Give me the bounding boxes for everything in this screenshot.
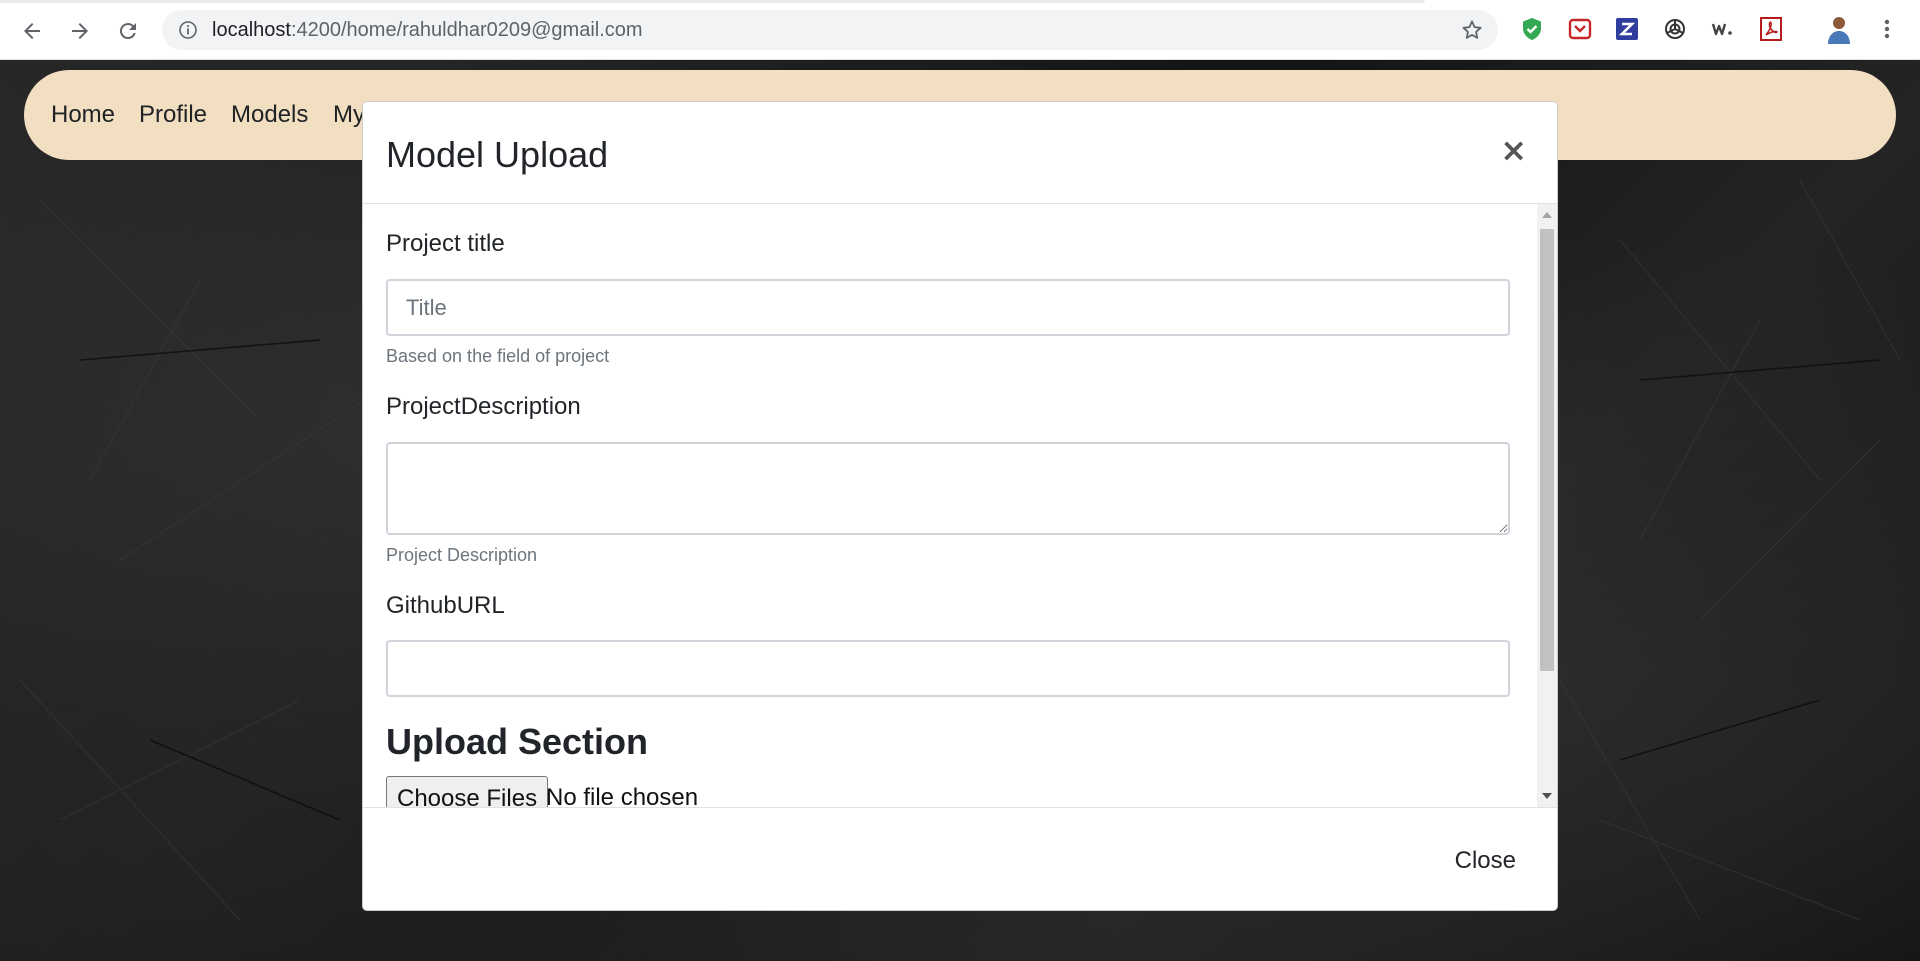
file-chosen-status: No file chosen xyxy=(546,784,699,807)
wordtune-icon xyxy=(1711,23,1732,36)
browser-toolbar: localhost:4200/home/rahuldhar0209@gmail.… xyxy=(0,0,1920,60)
modal-footer: Close xyxy=(363,807,1557,910)
tab-strip-edge xyxy=(0,0,1425,3)
arrow-right-icon xyxy=(72,23,88,39)
modal-title: Model Upload xyxy=(386,134,609,175)
profile-avatar[interactable] xyxy=(1822,12,1856,46)
bookmark-star-icon[interactable] xyxy=(1460,18,1484,42)
project-description-help: Project Description xyxy=(386,545,538,565)
extension-zotero[interactable] xyxy=(1612,14,1642,44)
back-button[interactable] xyxy=(12,11,52,51)
address-bar[interactable]: localhost:4200/home/rahuldhar0209@gmail.… xyxy=(162,10,1498,50)
url-path: :4200/home/rahuldhar0209@gmail.com xyxy=(290,19,643,41)
project-description-label: ProjectDescription xyxy=(386,393,581,420)
reload-icon xyxy=(119,23,136,40)
modal-scrollbar[interactable] xyxy=(1537,204,1557,807)
avatar-icon xyxy=(1828,17,1850,44)
url-text[interactable]: localhost:4200/home/rahuldhar0209@gmail.… xyxy=(212,10,643,50)
browser-menu-button[interactable] xyxy=(1872,14,1902,44)
modal-body[interactable]: Project title Based on the field of proj… xyxy=(363,204,1557,807)
chatgpt-icon xyxy=(1665,19,1685,39)
project-title-input[interactable] xyxy=(386,279,1510,336)
close-icon[interactable]: × xyxy=(1500,130,1527,170)
arrow-left-icon xyxy=(24,23,40,39)
github-url-input[interactable] xyxy=(386,640,1510,697)
scroll-up-arrow-icon[interactable] xyxy=(1542,212,1552,218)
info-icon[interactable] xyxy=(178,20,198,40)
pdf-icon xyxy=(1760,17,1782,41)
project-title-label: Project title xyxy=(386,230,505,257)
extension-pdf[interactable] xyxy=(1756,14,1786,44)
more-icon xyxy=(1884,19,1890,39)
scroll-down-arrow-icon[interactable] xyxy=(1542,793,1552,799)
scrollbar-thumb[interactable] xyxy=(1540,229,1554,671)
zotero-icon xyxy=(1616,18,1638,40)
choose-files-button[interactable]: Choose Files xyxy=(386,776,549,807)
url-host: localhost xyxy=(212,19,291,41)
project-title-help: Based on the field of project xyxy=(386,346,610,366)
upload-section-heading: Upload Section xyxy=(386,721,649,762)
model-upload-modal: Model Upload × Project title Based on th… xyxy=(362,101,1558,911)
extension-pocket[interactable] xyxy=(1565,14,1595,44)
extension-shield[interactable] xyxy=(1517,14,1547,44)
forward-button[interactable] xyxy=(60,11,100,51)
pocket-icon xyxy=(1568,18,1592,40)
shield-check-icon xyxy=(1523,18,1541,40)
extension-openai[interactable] xyxy=(1660,14,1690,44)
project-description-textarea[interactable] xyxy=(386,442,1510,535)
github-url-label: GithubURL xyxy=(386,592,505,619)
close-button[interactable]: Close xyxy=(1455,808,1516,910)
reload-button[interactable] xyxy=(108,11,148,51)
modal-header: Model Upload × xyxy=(363,102,1557,204)
extension-wordtune[interactable] xyxy=(1708,14,1738,44)
